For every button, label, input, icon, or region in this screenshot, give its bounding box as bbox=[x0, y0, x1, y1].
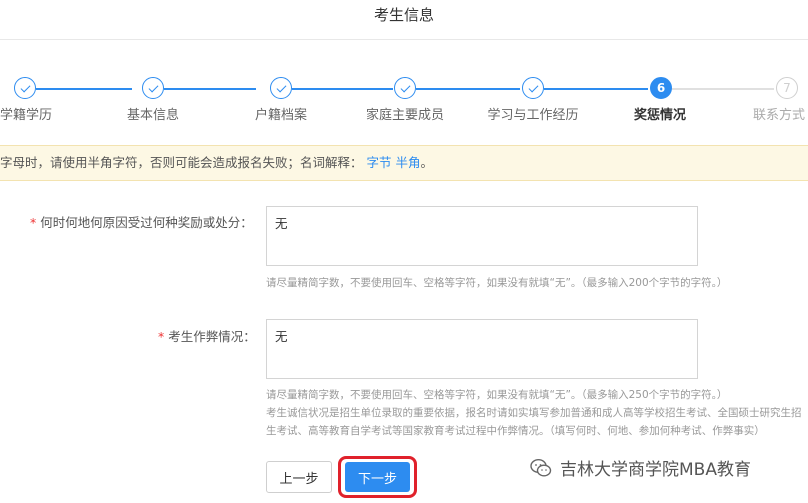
step-connector bbox=[36, 88, 132, 90]
step-label-5: 学习与工作经历 bbox=[487, 108, 579, 123]
page-title: 考生信息 bbox=[0, 0, 808, 40]
integrity-note-line2: 生考试、高等教育自学考试等国家教育考试过程中作弊情况。（填写何时、何地、参加何种… bbox=[266, 425, 765, 437]
step-label-2: 基本信息 bbox=[126, 108, 180, 123]
step-label-1: 学籍学历 bbox=[0, 108, 53, 123]
cheating-label: * 考生作弊情况： bbox=[158, 329, 256, 344]
step-connector bbox=[416, 88, 520, 90]
prev-button[interactable]: 上一步 bbox=[266, 461, 332, 493]
step-label-4: 家庭主要成员 bbox=[365, 108, 445, 123]
step-label-7: 联系方式 bbox=[752, 108, 806, 123]
step-2-check-icon bbox=[142, 77, 164, 99]
rewards-label: * 何时何地何原因受过何种奖励或处分： bbox=[30, 215, 253, 230]
watermark: 吉林大学商学院MBA教育 bbox=[530, 455, 751, 480]
step-3-check-icon bbox=[270, 77, 292, 99]
progress-stepper: 6 7 学籍学历 基本信息 户籍档案 家庭主要成员 学习与工作经历 奖惩情况 联… bbox=[0, 60, 808, 130]
notice-text: 字母时，请使用半角字符，否则可能会造成报名失败；名词解释： bbox=[0, 155, 363, 170]
step-5-check-icon bbox=[522, 77, 544, 99]
step-connector bbox=[544, 88, 648, 90]
cheating-hint: 请尽量精简字数，不要使用回车、空格等字符，如果没有就填“无”。（最多输入250个… bbox=[266, 389, 728, 401]
notice-banner: 字母时，请使用半角字符，否则可能会造成报名失败；名词解释： 字节 半角。 bbox=[0, 145, 808, 181]
cheating-textarea[interactable]: 无 bbox=[266, 319, 698, 379]
step-4-check-icon bbox=[394, 77, 416, 99]
next-button-highlight: 下一步 bbox=[338, 456, 417, 498]
step-connector bbox=[292, 88, 393, 90]
step-1-check-icon bbox=[14, 77, 36, 99]
step-7-number: 7 bbox=[776, 77, 798, 99]
watermark-text: 吉林大学商学院MBA教育 bbox=[560, 460, 751, 480]
integrity-note-line1: 考生诚信状况是招生单位录取的重要依据，报名时请如实填写参加普通和成人高等学校招生… bbox=[266, 407, 802, 419]
step-label-6: 奖惩情况 bbox=[633, 108, 687, 123]
term-link-byte[interactable]: 字节 bbox=[367, 155, 392, 170]
notice-end: 。 bbox=[420, 155, 434, 170]
rewards-textarea[interactable]: 无 bbox=[266, 206, 698, 266]
rewards-hint: 请尽量精简字数，不要使用回车、空格等字符，如果没有就填“无”。（最多输入200个… bbox=[266, 277, 728, 289]
step-connector bbox=[164, 88, 256, 90]
next-button[interactable]: 下一步 bbox=[345, 462, 410, 492]
step-6-number: 6 bbox=[650, 77, 672, 99]
wechat-icon bbox=[530, 458, 552, 477]
step-connector bbox=[672, 88, 774, 90]
term-link-halfwidth[interactable]: 半角 bbox=[396, 155, 421, 170]
step-label-3: 户籍档案 bbox=[254, 108, 308, 123]
